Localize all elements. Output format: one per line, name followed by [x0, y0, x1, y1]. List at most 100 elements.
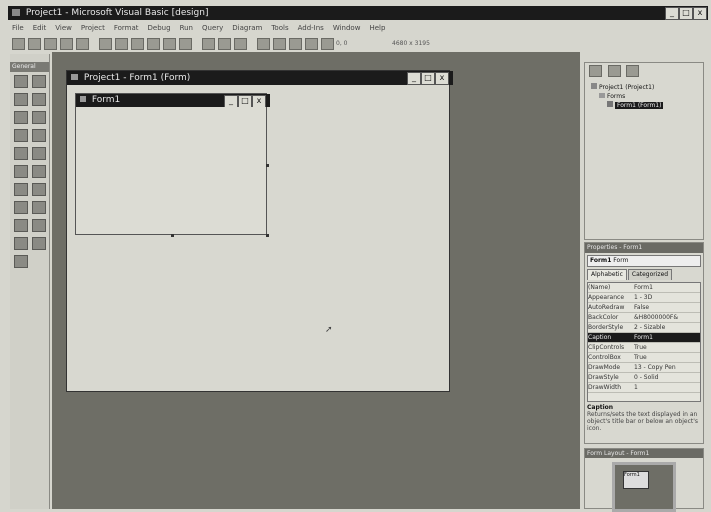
properties-icon[interactable]: [273, 38, 286, 50]
ole-icon[interactable]: [14, 255, 28, 268]
form1-title-bar: Form1 _ □ x: [76, 94, 270, 107]
close-button[interactable]: x: [693, 7, 707, 20]
property-row[interactable]: DrawMode 13 - Copy Pen: [588, 363, 700, 373]
property-row[interactable]: BorderStyle 2 - Sizable: [588, 323, 700, 333]
add-form-icon[interactable]: [28, 38, 41, 50]
drivelistbox-icon[interactable]: [32, 183, 46, 196]
line-icon[interactable]: [32, 219, 46, 232]
property-name: ControlBox: [588, 354, 621, 361]
pause-icon[interactable]: [218, 38, 231, 50]
property-row[interactable]: Appearance 1 - 3D: [588, 293, 700, 303]
form-layout-title-bar: Form Layout - Form1: [585, 449, 703, 458]
form1[interactable]: Form1 _ □ x: [75, 93, 270, 237]
tree-root[interactable]: Project1 (Project1): [591, 83, 697, 92]
designer-close-button[interactable]: x: [435, 72, 449, 85]
designer-minimize-button[interactable]: _: [407, 72, 421, 85]
tab-categorized[interactable]: Categorized: [627, 269, 673, 280]
toolbox-title: General: [10, 62, 49, 72]
property-name: BorderStyle: [588, 324, 624, 331]
menu-item-diagram[interactable]: Diagram: [232, 24, 262, 32]
minimize-button[interactable]: _: [665, 7, 679, 20]
property-value: 1: [634, 384, 638, 391]
designer-maximize-button[interactable]: □: [421, 72, 435, 85]
menu-item-view[interactable]: View: [55, 24, 72, 32]
listbox-icon[interactable]: [32, 147, 46, 160]
image-icon[interactable]: [14, 237, 28, 250]
menu-item-query[interactable]: Query: [202, 24, 223, 32]
menu-item-addins[interactable]: Add-Ins: [298, 24, 324, 32]
textbox-icon[interactable]: [32, 93, 46, 106]
tab-alphabetic[interactable]: Alphabetic: [587, 269, 627, 280]
menu-item-help[interactable]: Help: [369, 24, 385, 32]
form-layout-icon[interactable]: [289, 38, 302, 50]
add-project-icon[interactable]: [12, 38, 25, 50]
redo-icon[interactable]: [179, 38, 192, 50]
tree-item[interactable]: Form1 (Form1): [591, 101, 697, 110]
save-icon[interactable]: [76, 38, 89, 50]
property-row[interactable]: (Name) Form1: [588, 283, 700, 293]
optionbutton-icon[interactable]: [32, 129, 46, 142]
resize-handle-bottom[interactable]: [171, 234, 174, 237]
property-row[interactable]: AutoRedraw False: [588, 303, 700, 313]
view-code-icon[interactable]: [589, 65, 602, 77]
label-icon[interactable]: [14, 93, 28, 106]
toolbox-icon[interactable]: [321, 38, 334, 50]
size-readout: 4680 x 3195: [392, 40, 430, 47]
menu-item-edit[interactable]: Edit: [33, 24, 47, 32]
shape-icon[interactable]: [14, 219, 28, 232]
property-name: ClipControls: [588, 344, 625, 351]
property-row[interactable]: DrawWidth 1: [588, 383, 700, 393]
open-icon[interactable]: [60, 38, 73, 50]
property-name: AutoRedraw: [588, 304, 625, 311]
resize-handle-right[interactable]: [266, 164, 269, 167]
find-icon[interactable]: [147, 38, 160, 50]
dirlistbox-icon[interactable]: [14, 201, 28, 214]
combobox-icon[interactable]: [14, 147, 28, 160]
form-preview-caption: Form1: [624, 472, 640, 478]
app-icon: [12, 9, 20, 16]
menu-editor-icon[interactable]: [44, 38, 57, 50]
project-explorer-toolbar: [585, 63, 703, 81]
frame-icon[interactable]: [14, 111, 28, 124]
property-row[interactable]: ClipControls True: [588, 343, 700, 353]
copy-icon[interactable]: [115, 38, 128, 50]
picturebox-icon[interactable]: [32, 75, 46, 88]
view-object-icon[interactable]: [607, 65, 621, 77]
paste-icon[interactable]: [131, 38, 144, 50]
properties-desc-text: Returns/sets the text displayed in an ob…: [587, 411, 699, 432]
undo-icon[interactable]: [163, 38, 176, 50]
toggle-folders-icon[interactable]: [626, 65, 640, 77]
pointer-icon[interactable]: [14, 75, 28, 88]
commandbutton-icon[interactable]: [32, 111, 46, 124]
property-row[interactable]: DrawStyle 0 - Solid: [588, 373, 700, 383]
tree-folder[interactable]: Forms: [591, 92, 697, 101]
project-explorer-icon[interactable]: [257, 38, 270, 50]
menu-item-tools[interactable]: Tools: [271, 24, 288, 32]
menu-item-format[interactable]: Format: [114, 24, 139, 32]
object-browser-icon[interactable]: [305, 38, 318, 50]
resize-handle-corner[interactable]: [266, 234, 269, 237]
property-row[interactable]: Caption Form1: [588, 333, 700, 343]
menu-item-file[interactable]: File: [12, 24, 24, 32]
form-preview[interactable]: Form1: [623, 471, 649, 489]
filelistbox-icon[interactable]: [32, 201, 46, 214]
property-row[interactable]: BackColor &H8000000F&: [588, 313, 700, 323]
form-layout-title: Form Layout - Form1: [587, 450, 650, 457]
properties-object-combo[interactable]: Form1 Form: [587, 255, 701, 267]
stop-icon[interactable]: [234, 38, 247, 50]
menu-item-run[interactable]: Run: [180, 24, 193, 32]
cut-icon[interactable]: [99, 38, 112, 50]
data-icon[interactable]: [32, 237, 46, 250]
menu-item-window[interactable]: Window: [333, 24, 361, 32]
checkbox-icon[interactable]: [14, 129, 28, 142]
menu-item-debug[interactable]: Debug: [148, 24, 171, 32]
vscrollbar-icon[interactable]: [32, 165, 46, 178]
maximize-button[interactable]: □: [679, 7, 693, 20]
menu-item-project[interactable]: Project: [81, 24, 105, 32]
timer-icon[interactable]: [14, 183, 28, 196]
property-row[interactable]: ControlBox True: [588, 353, 700, 363]
menu-bar: File Edit View Project Format Debug Run Query Di…: [12, 24, 702, 35]
run-icon[interactable]: [202, 38, 215, 50]
hscrollbar-icon[interactable]: [14, 165, 28, 178]
property-value: True: [634, 354, 647, 361]
